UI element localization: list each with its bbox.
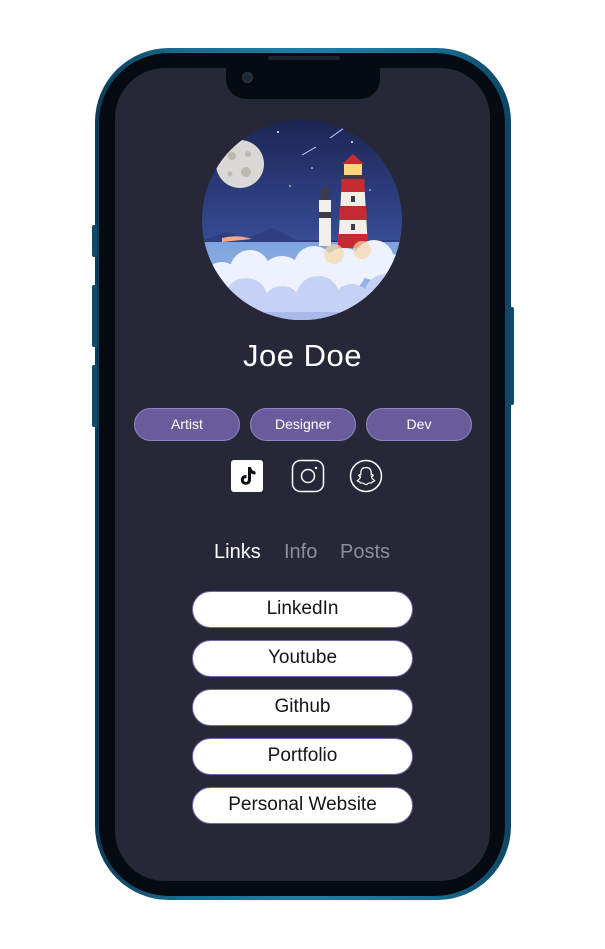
- profile-name: Joe Doe: [243, 338, 362, 373]
- tiktok-icon[interactable]: [230, 459, 264, 493]
- tab-info[interactable]: Info: [284, 541, 317, 564]
- tag-list: Artist Designer Dev: [134, 408, 472, 441]
- volume-up-button: [92, 285, 97, 347]
- link-youtube-button[interactable]: Youtube: [192, 640, 413, 677]
- power-button: [509, 307, 514, 405]
- tab-links[interactable]: Links: [214, 541, 261, 564]
- mute-switch: [92, 225, 97, 257]
- speaker-grille: [268, 56, 340, 60]
- avatar[interactable]: [202, 120, 402, 320]
- link-personal-website-button[interactable]: Personal Website: [192, 787, 413, 824]
- lighthouse-illustration: [202, 120, 402, 320]
- profile-tabs: Links Info Posts: [115, 541, 490, 569]
- tag-designer[interactable]: Designer: [250, 408, 356, 441]
- volume-down-button: [92, 365, 97, 427]
- tag-artist[interactable]: Artist: [134, 408, 240, 441]
- tag-dev[interactable]: Dev: [366, 408, 472, 441]
- link-github-button[interactable]: Github: [192, 689, 413, 726]
- instagram-icon[interactable]: [291, 459, 325, 493]
- front-camera: [242, 72, 253, 83]
- snapchat-icon[interactable]: [349, 459, 383, 493]
- link-linkedin-button[interactable]: LinkedIn: [192, 591, 413, 628]
- tab-posts[interactable]: Posts: [340, 541, 390, 564]
- link-portfolio-button[interactable]: Portfolio: [192, 738, 413, 775]
